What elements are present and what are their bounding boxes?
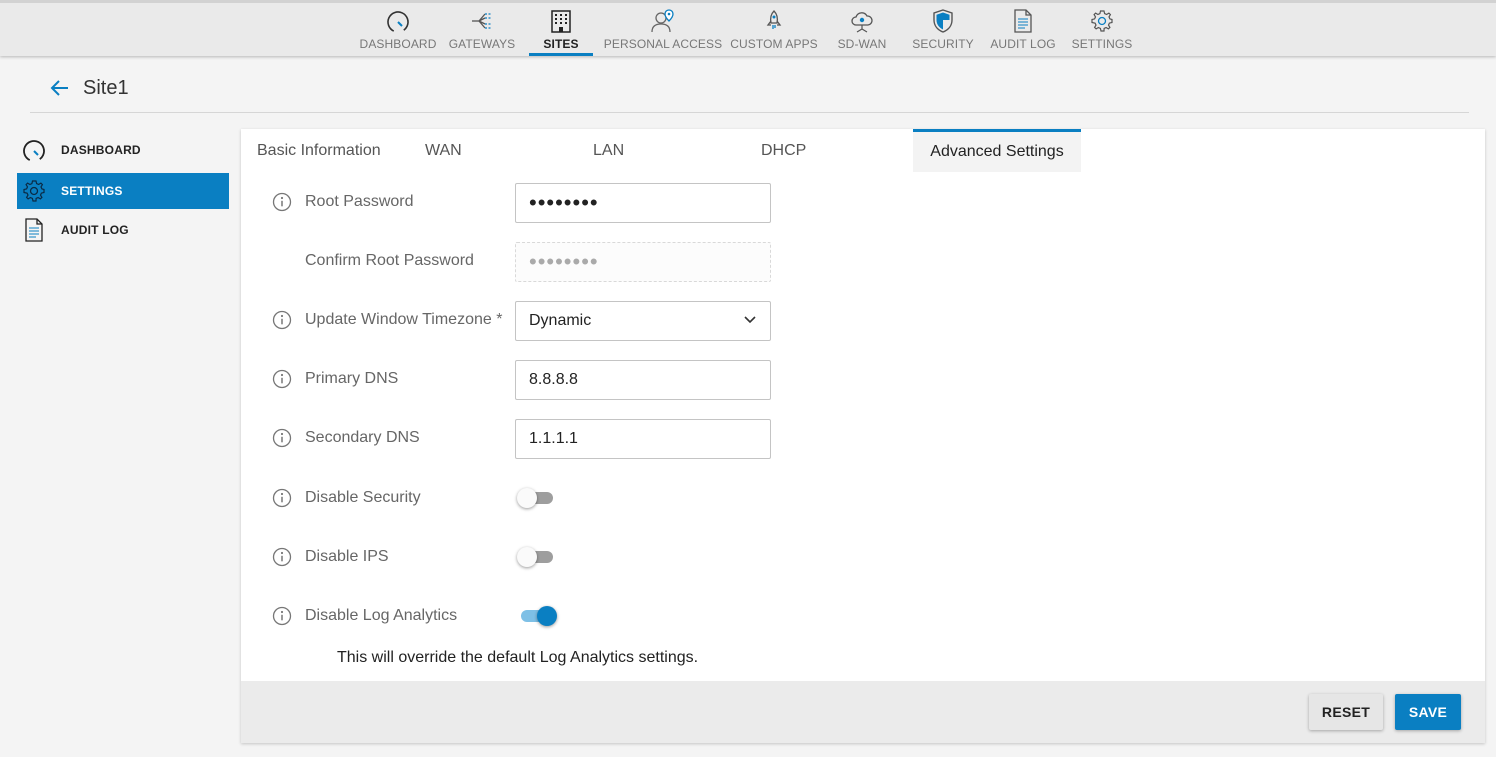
tab-advanced-settings[interactable]: Advanced Settings [913, 129, 1081, 172]
secondary-dns-label: Secondary DNS [305, 429, 420, 446]
timezone-select[interactable]: Dynamic [515, 301, 771, 341]
info-icon[interactable] [272, 310, 292, 330]
primary-dns-input[interactable] [515, 360, 771, 400]
nav-sd-wan[interactable]: SD-WAN [834, 3, 890, 56]
root-password-label: Root Password [305, 193, 414, 210]
info-icon[interactable] [272, 488, 292, 508]
disable-log-analytics-label: Disable Log Analytics [305, 607, 458, 624]
info-icon[interactable] [272, 606, 292, 626]
nav-label: SETTINGS [1071, 37, 1133, 51]
info-icon[interactable] [272, 192, 292, 212]
tab-wan[interactable]: WAN [425, 129, 462, 172]
nav-custom-apps[interactable]: CUSTOM APPS [730, 3, 818, 56]
nav-dashboard[interactable]: DASHBOARD [359, 3, 437, 56]
cloud-network-icon [849, 8, 875, 34]
nav-label: SECURITY [912, 37, 974, 51]
divider [30, 112, 1469, 113]
sidebar-item-audit-log[interactable]: AUDIT LOG [17, 212, 229, 248]
nav-sites[interactable]: SITES [529, 3, 593, 56]
network-icon [469, 8, 495, 34]
disable-security-toggle[interactable] [517, 486, 557, 510]
sidebar-item-settings[interactable]: SETTINGS [17, 173, 229, 209]
gear-icon [1089, 8, 1115, 34]
nav-label: AUDIT LOG [990, 37, 1056, 51]
root-password-input[interactable]: •••••••• [515, 183, 771, 223]
nav-personal-access[interactable]: PERSONAL ACCESS [603, 3, 723, 56]
info-icon[interactable] [272, 547, 292, 567]
user-location-icon [650, 8, 676, 34]
toggle-knob [517, 488, 537, 508]
nav-label: PERSONAL ACCESS [603, 37, 723, 51]
nav-gateways[interactable]: GATEWAYS [449, 3, 515, 56]
nav-audit-log[interactable]: AUDIT LOG [990, 3, 1056, 56]
rocket-icon [761, 8, 787, 34]
sidebar-item-label: AUDIT LOG [61, 223, 129, 237]
building-icon [548, 8, 574, 34]
sidebar-item-dashboard[interactable]: DASHBOARD [17, 132, 229, 168]
page-title: Site1 [83, 77, 129, 99]
gauge-icon [20, 136, 48, 164]
reset-button[interactable]: RESET [1309, 694, 1383, 730]
gear-icon [20, 177, 48, 205]
tab-lan[interactable]: LAN [593, 129, 624, 172]
save-button[interactable]: SAVE [1395, 694, 1461, 730]
back-arrow-icon[interactable] [49, 77, 71, 99]
confirm-root-password-label: Confirm Root Password [305, 252, 474, 269]
shield-icon [930, 8, 956, 34]
disable-security-label: Disable Security [305, 489, 421, 506]
top-navigation: DASHBOARD GATEWAYS SITES PERSONAL ACCESS… [0, 0, 1496, 56]
primary-dns-label: Primary DNS [305, 370, 399, 387]
nav-settings[interactable]: SETTINGS [1072, 3, 1132, 56]
nav-label: SD-WAN [837, 37, 887, 51]
nav-label: GATEWAYS [448, 37, 516, 51]
chevron-down-icon [743, 312, 757, 331]
log-analytics-note: This will override the default Log Analy… [337, 649, 699, 666]
info-icon[interactable] [272, 428, 292, 448]
settings-card: Basic Information WAN LAN DHCP Advanced … [241, 129, 1485, 743]
gauge-icon [385, 8, 411, 34]
sidebar-item-label: SETTINGS [61, 184, 123, 198]
timezone-label: Update Window Timezone * [305, 311, 503, 328]
nav-label: CUSTOM APPS [730, 37, 818, 51]
info-icon[interactable] [272, 369, 292, 389]
confirm-root-password-input: •••••••• [515, 242, 771, 282]
disable-log-analytics-toggle[interactable] [517, 604, 557, 628]
nav-security[interactable]: SECURITY [912, 3, 974, 56]
tab-dhcp[interactable]: DHCP [761, 129, 806, 172]
document-icon [1010, 8, 1036, 34]
tab-basic-information[interactable]: Basic Information [257, 129, 381, 172]
nav-label: DASHBOARD [359, 37, 437, 51]
sidebar-item-label: DASHBOARD [61, 143, 141, 157]
form-footer: RESET SAVE [241, 681, 1485, 743]
disable-ips-toggle[interactable] [517, 545, 557, 569]
document-icon [20, 216, 48, 244]
toggle-knob [517, 547, 537, 567]
disable-ips-label: Disable IPS [305, 548, 389, 565]
toggle-knob [537, 606, 557, 626]
nav-label: SITES [543, 37, 579, 51]
timezone-value: Dynamic [529, 312, 592, 329]
secondary-dns-input[interactable] [515, 419, 771, 459]
active-indicator [529, 53, 593, 56]
